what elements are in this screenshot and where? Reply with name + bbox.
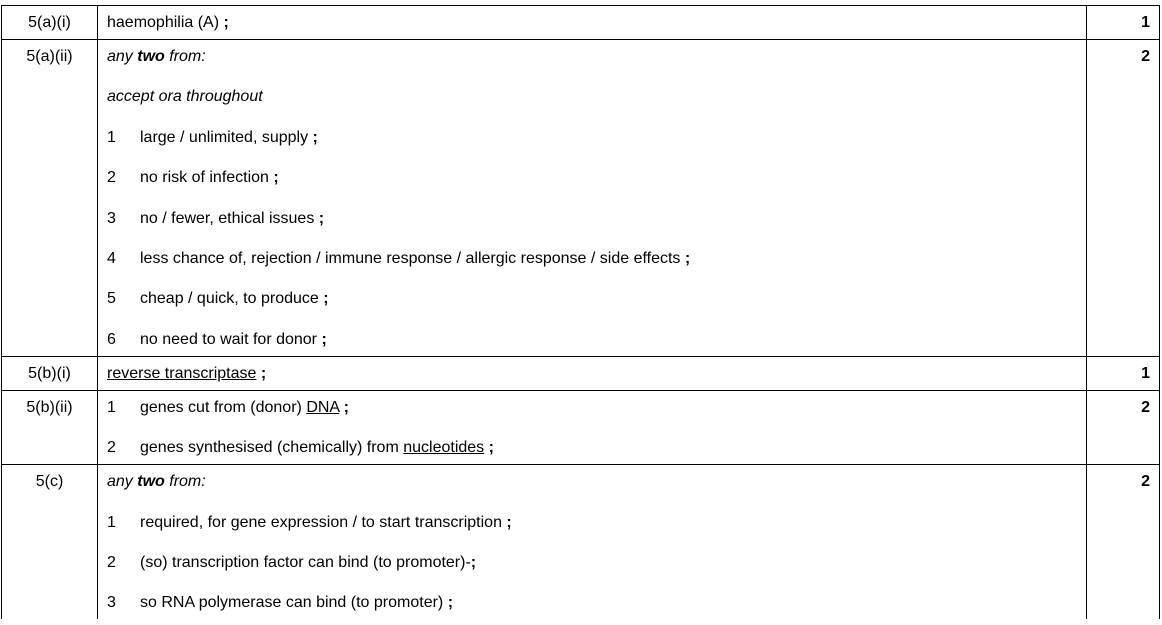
question-number: 5(a)(i) <box>1 5 98 40</box>
point-number: 2 <box>107 439 116 457</box>
answer-separator: ; <box>312 128 318 146</box>
answer-header: any two from: <box>107 472 1086 492</box>
answer-separator: ; <box>470 553 477 571</box>
list-item: 2 no risk of infection ; <box>107 168 1086 188</box>
point-text: genes synthesised (chemically) from <box>140 439 399 457</box>
answer-note: accept ora throughout <box>107 88 263 106</box>
header-post: from: <box>169 48 206 65</box>
mark-scheme-page: 5(a)(i) haemophilia (A) ; 1 5(a)(ii) any… <box>0 0 1162 625</box>
underlined-term: DNA <box>306 398 340 416</box>
list-item: 2 (so) transcription factor can bind (to … <box>107 553 1086 573</box>
answer-separator: ; <box>273 169 279 187</box>
point-number: 6 <box>107 330 116 348</box>
answer-separator: ; <box>223 14 229 31</box>
list-item: 2 genes synthesised (chemically) from nuc… <box>107 438 1086 458</box>
point-number: 4 <box>107 249 116 267</box>
answer-cell: any two from: accept ora throughout 1 lar… <box>97 39 1087 357</box>
question-number: 5(a)(ii) <box>1 39 98 357</box>
list-item: 1 genes cut from (donor) DNA ; <box>107 398 1086 418</box>
point-text: (so) transcription factor can bind (to p… <box>140 553 471 571</box>
header-bold: two <box>137 473 165 491</box>
table-row: 5(a)(ii) any two from: accept ora throug… <box>1 39 1160 357</box>
answer-separator: ; <box>488 439 494 457</box>
point-number: 1 <box>107 513 116 531</box>
point-text: no need to wait for donor <box>140 330 318 348</box>
answer-separator: ; <box>684 249 691 267</box>
answer-line: haemophilia (A) ; <box>107 13 1086 33</box>
answer-line: reverse transcriptase ; <box>107 364 1086 384</box>
answer-cell: reverse transcriptase ; <box>97 355 1087 391</box>
answer-text: haemophilia (A) <box>107 14 220 31</box>
answer-separator: ; <box>506 513 512 531</box>
header-pre: any <box>107 48 133 65</box>
list-item: 3 no / fewer, ethical issues ; <box>107 209 1086 229</box>
point-number: 2 <box>107 169 116 187</box>
question-number: 5(b)(i) <box>1 355 98 391</box>
answer-cell: haemophilia (A) ; <box>97 5 1087 40</box>
question-number: 5(c) <box>1 464 98 620</box>
list-item: 1 large / unlimited, supply ; <box>107 128 1086 148</box>
point-text: required, for gene expression / to start… <box>140 513 502 531</box>
point-text: large / unlimited, supply <box>140 128 309 146</box>
point-text: no risk of infection <box>140 169 269 187</box>
list-item: 1 required, for gene expression / to star… <box>107 513 1086 533</box>
answer-separator: ; <box>321 330 327 348</box>
answer-separator: ; <box>260 364 267 382</box>
point-text: less chance of, rejection / immune respo… <box>140 249 681 267</box>
answer-separator: ; <box>318 209 325 227</box>
answer-header: any two from: <box>107 47 1086 67</box>
point-number: 1 <box>107 398 116 416</box>
point-number: 3 <box>107 209 116 227</box>
list-item: 3 so RNA polymerase can bind (to promoter… <box>107 593 1086 613</box>
answer-cell: any two from: 1 required, for gene expres… <box>97 464 1087 620</box>
table-row: 5(c) any two from: 1 required, for gene e… <box>1 464 1160 620</box>
marks: 1 <box>1086 5 1160 40</box>
header-post: from: <box>169 473 206 491</box>
marks: 2 <box>1086 389 1160 466</box>
underlined-term: reverse transcriptase <box>107 364 257 382</box>
point-text: cheap / quick, to produce <box>140 290 319 308</box>
point-text: genes cut from (donor) <box>140 398 302 416</box>
header-bold: two <box>137 48 165 65</box>
question-number: 5(b)(ii) <box>1 389 98 466</box>
table-row: 5(a)(i) haemophilia (A) ; 1 <box>1 5 1160 40</box>
mark-scheme-table: 5(a)(i) haemophilia (A) ; 1 5(a)(ii) any… <box>1 5 1160 620</box>
answer-separator: ; <box>447 594 454 612</box>
marks: 2 <box>1086 464 1160 620</box>
marks: 1 <box>1086 355 1160 391</box>
header-pre: any <box>107 473 133 491</box>
point-text: no / fewer, ethical issues <box>140 209 315 227</box>
point-text: so RNA polymerase can bind (to promoter) <box>140 594 444 612</box>
underlined-term: nucleotides <box>403 439 485 457</box>
point-number: 5 <box>107 290 116 308</box>
answer-separator: ; <box>343 398 349 416</box>
table-row: 5(b)(i) reverse transcriptase ; 1 <box>1 355 1160 391</box>
list-item: 4 less chance of, rejection / immune resp… <box>107 249 1086 269</box>
answer-cell: 1 genes cut from (donor) DNA ; 2 genes syn… <box>97 389 1087 466</box>
list-item: 6 no need to wait for donor ; <box>107 330 1086 350</box>
point-number: 2 <box>107 553 116 571</box>
table-row: 5(b)(ii) 1 genes cut from (donor) DNA ; 2… <box>1 389 1160 466</box>
point-number: 1 <box>107 128 116 146</box>
answer-separator: ; <box>323 290 329 308</box>
list-item: 5 cheap / quick, to produce ; <box>107 289 1086 309</box>
point-number: 3 <box>107 594 116 612</box>
marks: 2 <box>1086 39 1160 357</box>
